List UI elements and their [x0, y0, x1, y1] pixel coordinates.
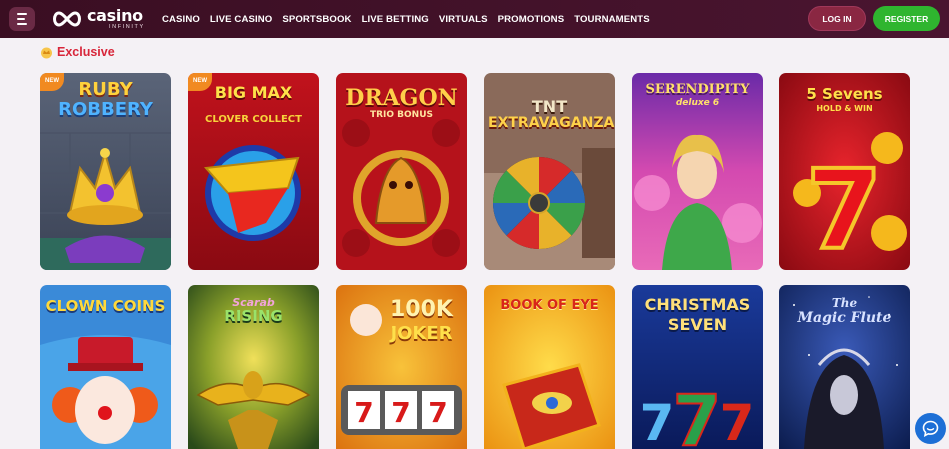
nav-virtuals[interactable]: VIRTUALS: [439, 14, 488, 25]
seven-glyph: 7: [673, 380, 722, 449]
game-subtitle: CLOVER COLLECT: [205, 114, 302, 125]
game-tile-the-magic-flute[interactable]: The Magic Flute: [779, 285, 910, 449]
game-subtitle: JOKER: [390, 323, 453, 344]
game-title: 100K: [390, 297, 453, 322]
casino-infinity-logo[interactable]: casino INFINITY: [50, 6, 145, 32]
top-navigation-bar: casino INFINITY CASINO LIVE CASINO SPORT…: [0, 0, 949, 38]
hamburger-icon-line: [17, 18, 25, 20]
game-tile-big-max-clover-collect[interactable]: BIG MAX CLOVER COLLECT NEW: [188, 73, 319, 270]
seven-glyph: 7: [640, 394, 675, 449]
game-tile-tnt-extravaganza[interactable]: TNT EXTRAVAGANZA: [484, 73, 615, 270]
game-subtitle: TRIO BONUS: [369, 110, 434, 120]
game-title: CHRISTMAS: [644, 295, 751, 314]
game-subtitle: Magic Flute: [797, 310, 892, 326]
game-title: DRAGON: [345, 85, 458, 111]
nav-tournaments[interactable]: TOURNAMENTS: [574, 14, 650, 25]
game-subtitle: EXTRAVAGANZA: [488, 115, 615, 131]
game-subtitle: SEVEN: [667, 315, 728, 334]
section-header-exclusive: Exclusive: [40, 44, 115, 60]
infinity-logo-icon: [53, 11, 81, 27]
logo-tagline: INFINITY: [109, 23, 145, 30]
game-tile-ruby-robbery[interactable]: RUBY ROBBERY NEW: [40, 73, 171, 270]
game-title: The: [831, 296, 858, 310]
game-title: SERENDIPITY: [645, 82, 750, 97]
game-tile-book-of-eye[interactable]: BOOK OF EYE: [484, 285, 615, 449]
reel-seven: 7: [391, 396, 410, 429]
game-tile-dragon-trio-bonus[interactable]: DRAGON TRIO BONUS: [336, 73, 467, 270]
reel-seven: 7: [428, 396, 447, 429]
game-title: 5 Sevens: [806, 85, 883, 103]
game-subtitle: HOLD & WIN: [816, 104, 873, 113]
nav-live-casino[interactable]: LIVE CASINO: [210, 14, 272, 25]
hamburger-icon-line: [17, 23, 27, 25]
game-tile-scarab-rising[interactable]: Scarab RISING: [188, 285, 319, 449]
section-title: Exclusive: [57, 45, 115, 59]
hamburger-icon: [17, 13, 27, 15]
game-subtitle: RISING: [224, 307, 283, 325]
nav-casino[interactable]: CASINO: [162, 14, 200, 25]
nav-live-betting[interactable]: LIVE BETTING: [362, 14, 429, 25]
game-title: BOOK OF EYE: [500, 298, 599, 313]
nav-sportsbook[interactable]: SPORTSBOOK: [282, 14, 351, 25]
big-max-artwork: [188, 73, 319, 270]
game-subtitle: ROBBERY: [58, 99, 153, 120]
game-tile-clown-coins[interactable]: CLOWN COINS: [40, 285, 171, 449]
game-tile-serendipity-deluxe-6[interactable]: SERENDIPITY deluxe 6: [632, 73, 763, 270]
game-title: CLOWN COINS: [45, 297, 166, 315]
register-button[interactable]: REGISTER: [873, 6, 940, 31]
seven-glyph: 7: [720, 394, 755, 449]
hamburger-menu-button[interactable]: [9, 7, 35, 31]
login-button[interactable]: LOG IN: [808, 6, 866, 31]
live-chat-button[interactable]: [915, 413, 946, 444]
logo-text: casino: [87, 5, 143, 25]
chat-icon: [922, 420, 939, 437]
reel-seven: 7: [354, 396, 373, 429]
game-tile-5-sevens-hold-and-win[interactable]: 7 5 Sevens HOLD & WIN: [779, 73, 910, 270]
game-tile-100k-joker[interactable]: 7 7 7 100K JOKER: [336, 285, 467, 449]
nav-promotions[interactable]: PROMOTIONS: [498, 14, 565, 25]
game-title: BIG MAX: [214, 83, 293, 102]
game-tile-christmas-seven[interactable]: 7 7 7 CHRISTMAS SEVEN: [632, 285, 763, 449]
game-subtitle: deluxe 6: [675, 98, 720, 108]
crown-icon: [41, 47, 52, 58]
main-nav: CASINO LIVE CASINO SPORTSBOOK LIVE BETTI…: [162, 0, 650, 38]
seven-glyph: 7: [806, 146, 883, 270]
game-title: TNT: [531, 97, 568, 116]
